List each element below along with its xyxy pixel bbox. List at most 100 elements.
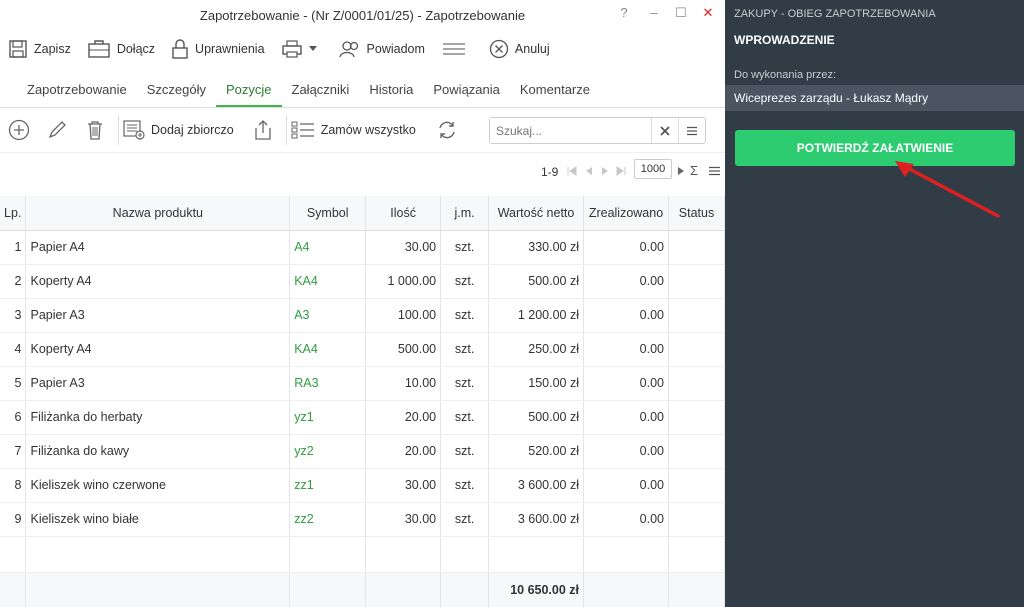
export-button[interactable] xyxy=(244,111,282,149)
delete-item-button[interactable] xyxy=(76,111,114,149)
cell-net: 330.00 zł xyxy=(488,230,584,265)
cell-qty: 500.00 xyxy=(365,332,442,367)
cell-lp: 5 xyxy=(0,366,27,401)
cell-net: 520.00 zł xyxy=(488,434,584,469)
tab-zapotrzebowanie[interactable]: Zapotrzebowanie xyxy=(17,82,137,107)
column-header-unit[interactable]: j.m. xyxy=(440,196,490,231)
refresh-icon xyxy=(439,121,455,139)
edit-item-button[interactable] xyxy=(38,111,76,149)
close-button[interactable]: ✕ xyxy=(699,5,717,21)
table-row[interactable]: 9 Kieliszek wino białe zz2 30.00 szt. 3 … xyxy=(0,502,726,537)
separator xyxy=(118,115,119,145)
table-row[interactable]: 1 Papier A4 A4 30.00 szt. 330.00 zł 0.00 xyxy=(0,230,726,265)
tab-bar: Zapotrzebowanie Szczegóły Pozycje Załącz… xyxy=(0,68,725,108)
notify-button[interactable]: Powiadom xyxy=(338,39,425,59)
permissions-button[interactable]: Uprawnienia xyxy=(171,39,265,59)
cancel-button[interactable]: Anuluj xyxy=(489,39,550,59)
table-header-row: Lp. Nazwa produktu Symbol Ilość j.m. War… xyxy=(0,196,726,231)
column-header-lp[interactable]: Lp. xyxy=(0,196,27,231)
clear-search-button[interactable] xyxy=(651,118,678,143)
search-box xyxy=(489,117,706,144)
columns-menu-icon[interactable] xyxy=(709,166,720,176)
save-button[interactable]: Zapisz xyxy=(8,39,71,59)
cell-symbol: yz1 xyxy=(289,400,367,435)
pager-next-icon[interactable] xyxy=(600,166,610,176)
main-toolbar: Zapisz Dołącz Uprawnienia Powiadom Anulu… xyxy=(0,30,725,68)
tab-szczegoly[interactable]: Szczegóły xyxy=(137,82,216,107)
cell-net: 3 600.00 zł xyxy=(488,468,584,503)
cell-status xyxy=(668,298,726,333)
column-header-status[interactable]: Status xyxy=(668,196,726,231)
pager-first-icon[interactable] xyxy=(567,166,577,176)
column-header-symbol[interactable]: Symbol xyxy=(289,196,367,231)
cell-unit: szt. xyxy=(440,230,490,265)
cell-done: 0.00 xyxy=(583,298,669,333)
menu-button[interactable] xyxy=(441,39,473,59)
upload-icon xyxy=(255,120,271,140)
title-bar: Zapotrzebowanie - (Nr Z/0001/01/25) - Za… xyxy=(0,0,725,30)
cell-done: 0.00 xyxy=(583,366,669,401)
pager-last-icon[interactable] xyxy=(616,166,626,176)
print-button[interactable] xyxy=(281,39,323,59)
cell-unit: szt. xyxy=(440,468,490,503)
search-input[interactable] xyxy=(490,118,651,143)
cell-symbol: KA4 xyxy=(289,264,367,299)
sum-toggle[interactable]: Σ xyxy=(690,163,698,178)
cell-qty: 1 000.00 xyxy=(365,264,442,299)
pager: 1-9 1000 Σ xyxy=(0,153,725,191)
cell-net: 500.00 zł xyxy=(488,264,584,299)
tab-komentarze[interactable]: Komentarze xyxy=(510,82,600,107)
table-row[interactable]: 8 Kieliszek wino czerwone zz1 30.00 szt.… xyxy=(0,468,726,503)
column-header-done[interactable]: Zrealizowano xyxy=(583,196,669,231)
cell-name: Filiżanka do herbaty xyxy=(25,400,291,435)
cell-unit: szt. xyxy=(440,332,490,367)
refresh-button[interactable] xyxy=(428,111,466,149)
column-header-name[interactable]: Nazwa produktu xyxy=(25,196,291,231)
annotation-arrow-icon xyxy=(895,161,1000,218)
cell-name: Papier A3 xyxy=(25,298,291,333)
help-button[interactable]: ? xyxy=(615,5,633,20)
tab-pozycje[interactable]: Pozycje xyxy=(215,82,282,107)
dropdown-caret-icon xyxy=(308,46,317,51)
table-row[interactable]: 4 Koperty A4 KA4 500.00 szt. 250.00 zł 0… xyxy=(0,332,726,367)
cell-done: 0.00 xyxy=(583,332,669,367)
order-all-button[interactable]: Zamów wszystko xyxy=(291,120,416,140)
tab-powiazania[interactable]: Powiązania xyxy=(423,82,510,107)
page-size-go-icon[interactable] xyxy=(677,166,685,176)
assignee-label: Do wykonania przez: xyxy=(734,69,837,81)
search-options-button[interactable] xyxy=(678,118,705,143)
cell-name: Filiżanka do kawy xyxy=(25,434,291,469)
pager-range: 1-9 xyxy=(541,165,559,179)
tab-historia[interactable]: Historia xyxy=(359,82,423,107)
table-row[interactable]: 5 Papier A3 RA3 10.00 szt. 150.00 zł 0.0… xyxy=(0,366,726,401)
assignee-value: Wiceprezes zarządu - Łukasz Mądry xyxy=(725,85,1024,111)
page-size-input[interactable]: 1000 xyxy=(634,159,672,179)
workflow-panel: ZAKUPY - OBIEG ZAPOTRZEBOWANIA WPROWADZE… xyxy=(725,0,1024,607)
bulk-add-label: Dodaj zbiorczo xyxy=(151,123,234,137)
cell-qty: 10.00 xyxy=(365,366,442,401)
column-header-net[interactable]: Wartość netto xyxy=(488,196,584,231)
table-row[interactable]: 3 Papier A3 A3 100.00 szt. 1 200.00 zł 0… xyxy=(0,298,726,333)
cancel-label: Anuluj xyxy=(514,42,550,56)
clear-x-icon xyxy=(660,125,670,136)
table-row[interactable]: 7 Filiżanka do kawy yz2 20.00 szt. 520.0… xyxy=(0,434,726,469)
cell-symbol: A4 xyxy=(289,230,367,265)
permissions-label: Uprawnienia xyxy=(195,42,265,56)
table-row[interactable]: 2 Koperty A4 KA4 1 000.00 szt. 500.00 zł… xyxy=(0,264,726,299)
cell-lp: 1 xyxy=(0,230,27,265)
tab-zalaczniki[interactable]: Załączniki xyxy=(282,82,360,107)
cell-status xyxy=(668,400,726,435)
bulk-add-button[interactable]: Dodaj zbiorczo xyxy=(123,120,234,140)
cell-lp: 2 xyxy=(0,264,27,299)
column-header-qty[interactable]: Ilość xyxy=(365,196,442,231)
cell-symbol: zz2 xyxy=(289,502,367,537)
add-item-button[interactable] xyxy=(0,111,38,149)
table-row[interactable]: 6 Filiżanka do herbaty yz1 20.00 szt. 50… xyxy=(0,400,726,435)
pager-prev-icon[interactable] xyxy=(584,166,594,176)
cell-unit: szt. xyxy=(440,298,490,333)
cell-unit: szt. xyxy=(440,434,490,469)
maximize-button[interactable]: ☐ xyxy=(672,5,690,21)
attach-button[interactable]: Dołącz xyxy=(87,39,155,59)
cell-lp: 4 xyxy=(0,332,27,367)
minimize-button[interactable]: – xyxy=(645,5,663,20)
